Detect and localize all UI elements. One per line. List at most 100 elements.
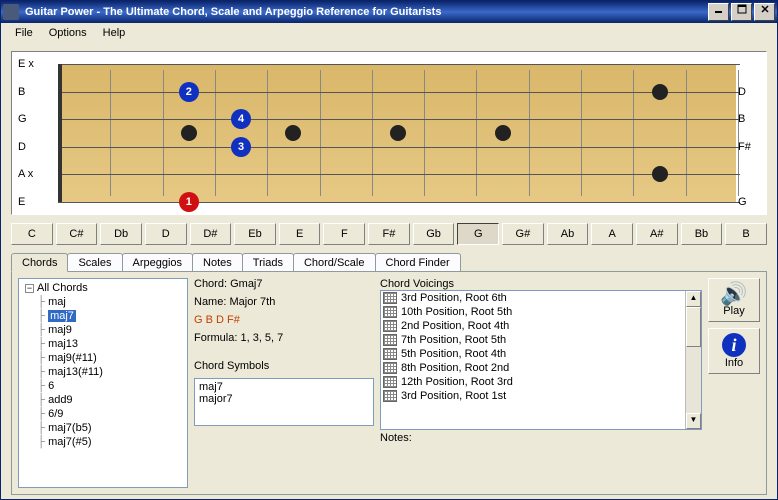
scroll-thumb[interactable] (686, 307, 701, 347)
titlebar: Guitar Power - The Ultimate Chord, Scale… (1, 1, 777, 23)
finger-dot[interactable]: 3 (231, 137, 251, 157)
key-selector-row: CC#DbDD#EbEFF#GbGG#AbAA#BbB (11, 223, 767, 245)
tab-chord-scale[interactable]: Chord/Scale (293, 253, 376, 271)
tree-item[interactable]: ├ maj13 (21, 337, 185, 351)
notes-value: G B D F# (194, 314, 374, 326)
chord-symbols-box: maj7major7 (194, 378, 374, 426)
string-label-right: B (738, 113, 760, 125)
symbols-label: Chord Symbols (194, 360, 374, 372)
tree-root[interactable]: −All Chords (21, 281, 185, 295)
maximize-button[interactable] (731, 3, 752, 21)
chord-symbol: major7 (199, 393, 369, 405)
finger-dot[interactable]: 1 (179, 192, 199, 212)
tree-item[interactable]: ├ 6 (21, 379, 185, 393)
fretboard-surface[interactable]: 1234 (58, 64, 736, 202)
string-label: G (18, 113, 40, 125)
tree-item[interactable]: ├ maj9 (21, 323, 185, 337)
menu-file[interactable]: File (7, 26, 41, 40)
menubar: File Options Help (1, 23, 777, 43)
voicing-item[interactable]: 2nd Position, Root 4th (381, 319, 685, 333)
app-icon (3, 4, 19, 20)
key-button-g[interactable]: G (457, 223, 499, 245)
right-panel: Chord Voicings 3rd Position, Root 6th10t… (380, 278, 760, 488)
scroll-down-icon[interactable]: ▼ (686, 413, 701, 429)
fret-marker (652, 84, 668, 100)
voicing-item[interactable]: 8th Position, Root 2nd (381, 361, 685, 375)
key-button-ab[interactable]: Ab (547, 223, 589, 245)
key-button-e[interactable]: E (279, 223, 321, 245)
tree-item[interactable]: ├ maj7(b5) (21, 421, 185, 435)
string-label: E x (18, 58, 40, 70)
key-button-csharp[interactable]: C# (56, 223, 98, 245)
voicing-item[interactable]: 10th Position, Root 5th (381, 305, 685, 319)
voicing-list[interactable]: 3rd Position, Root 6th10th Position, Roo… (380, 290, 702, 430)
key-button-b[interactable]: B (725, 223, 767, 245)
tab-notes[interactable]: Notes (192, 253, 243, 271)
fret-marker (181, 125, 197, 141)
key-button-asharp[interactable]: A# (636, 223, 678, 245)
voicing-grid-icon (383, 320, 397, 332)
finger-dot[interactable]: 2 (179, 82, 199, 102)
tree-item[interactable]: ├ add9 (21, 393, 185, 407)
key-button-a[interactable]: A (591, 223, 633, 245)
key-button-c[interactable]: C (11, 223, 53, 245)
tab-chord-finder[interactable]: Chord Finder (375, 253, 461, 271)
string-label-right (738, 168, 760, 180)
tree-item[interactable]: ├ maj9(#11) (21, 351, 185, 365)
key-button-bb[interactable]: Bb (681, 223, 723, 245)
chord-label: Chord: Gmaj7 (194, 278, 374, 290)
tree-item[interactable]: ├ maj (21, 295, 185, 309)
voicing-item[interactable]: 3rd Position, Root 6th (381, 291, 685, 305)
voicing-section: Chord Voicings 3rd Position, Root 6th10t… (380, 278, 702, 488)
key-button-fsharp[interactable]: F# (368, 223, 410, 245)
collapse-icon[interactable]: − (25, 284, 34, 293)
tab-chords[interactable]: Chords (11, 253, 68, 272)
finger-dot[interactable]: 4 (231, 109, 251, 129)
info-button[interactable]: i Info (708, 328, 760, 374)
chord-tree[interactable]: −All Chords ├ maj ├ maj7 ├ maj9 ├ maj13 … (18, 278, 188, 488)
voicing-item[interactable]: 12th Position, Root 3rd (381, 375, 685, 389)
info-icon: i (711, 333, 757, 357)
speaker-icon: 🔊 (711, 283, 757, 305)
minimize-button[interactable] (708, 3, 729, 21)
key-button-dsharp[interactable]: D# (190, 223, 232, 245)
key-button-gb[interactable]: Gb (413, 223, 455, 245)
string-label-right: G (738, 196, 760, 208)
fret-marker (495, 125, 511, 141)
key-button-d[interactable]: D (145, 223, 187, 245)
chord-symbol: maj7 (199, 381, 369, 393)
string-label: E (18, 196, 40, 208)
string-labels-left: E xBGDA xE (18, 58, 40, 208)
voicing-scrollbar[interactable]: ▲ ▼ (685, 291, 701, 429)
string-label: A x (18, 168, 40, 180)
tab-scales[interactable]: Scales (67, 253, 122, 271)
key-button-eb[interactable]: Eb (234, 223, 276, 245)
content-area: E x B G D A x E 1 2 3 4 D B F# G CC#DbDD#EbEFF#GbGG… (1, 43, 777, 499)
menu-help[interactable]: Help (95, 26, 134, 40)
tab-arpeggios[interactable]: Arpeggios (122, 253, 194, 271)
tree-item[interactable]: ├ maj7(#5) (21, 435, 185, 449)
menu-options[interactable]: Options (41, 26, 95, 40)
key-button-db[interactable]: Db (100, 223, 142, 245)
name-label: Name: Major 7th (194, 296, 374, 308)
close-button[interactable] (754, 3, 775, 21)
tree-item[interactable]: ├ maj7 (21, 309, 185, 323)
chord-info-panel: Chord: Gmaj7 Name: Major 7th G B D F# Fo… (194, 278, 374, 488)
tree-item[interactable]: ├ maj13(#11) (21, 365, 185, 379)
fret-marker (652, 166, 668, 182)
voicing-item[interactable]: 3rd Position, Root 1st (381, 389, 685, 403)
action-buttons: 🔊 Play i Info (708, 278, 760, 488)
scroll-up-icon[interactable]: ▲ (686, 291, 701, 307)
key-button-gsharp[interactable]: G# (502, 223, 544, 245)
play-button[interactable]: 🔊 Play (708, 278, 760, 322)
window-title: Guitar Power - The Ultimate Chord, Scale… (23, 6, 706, 18)
string-label-right: D (738, 86, 760, 98)
tree-item[interactable]: ├ 6/9 (21, 407, 185, 421)
fretboard-panel: E xBGDA xE 1234 DBF#G (11, 51, 767, 215)
key-button-f[interactable]: F (323, 223, 365, 245)
voicing-item[interactable]: 7th Position, Root 5th (381, 333, 685, 347)
tab-triads[interactable]: Triads (242, 253, 294, 271)
voicing-item[interactable]: 5th Position, Root 4th (381, 347, 685, 361)
string-label: B (18, 86, 40, 98)
voicings-label: Chord Voicings (380, 278, 702, 290)
